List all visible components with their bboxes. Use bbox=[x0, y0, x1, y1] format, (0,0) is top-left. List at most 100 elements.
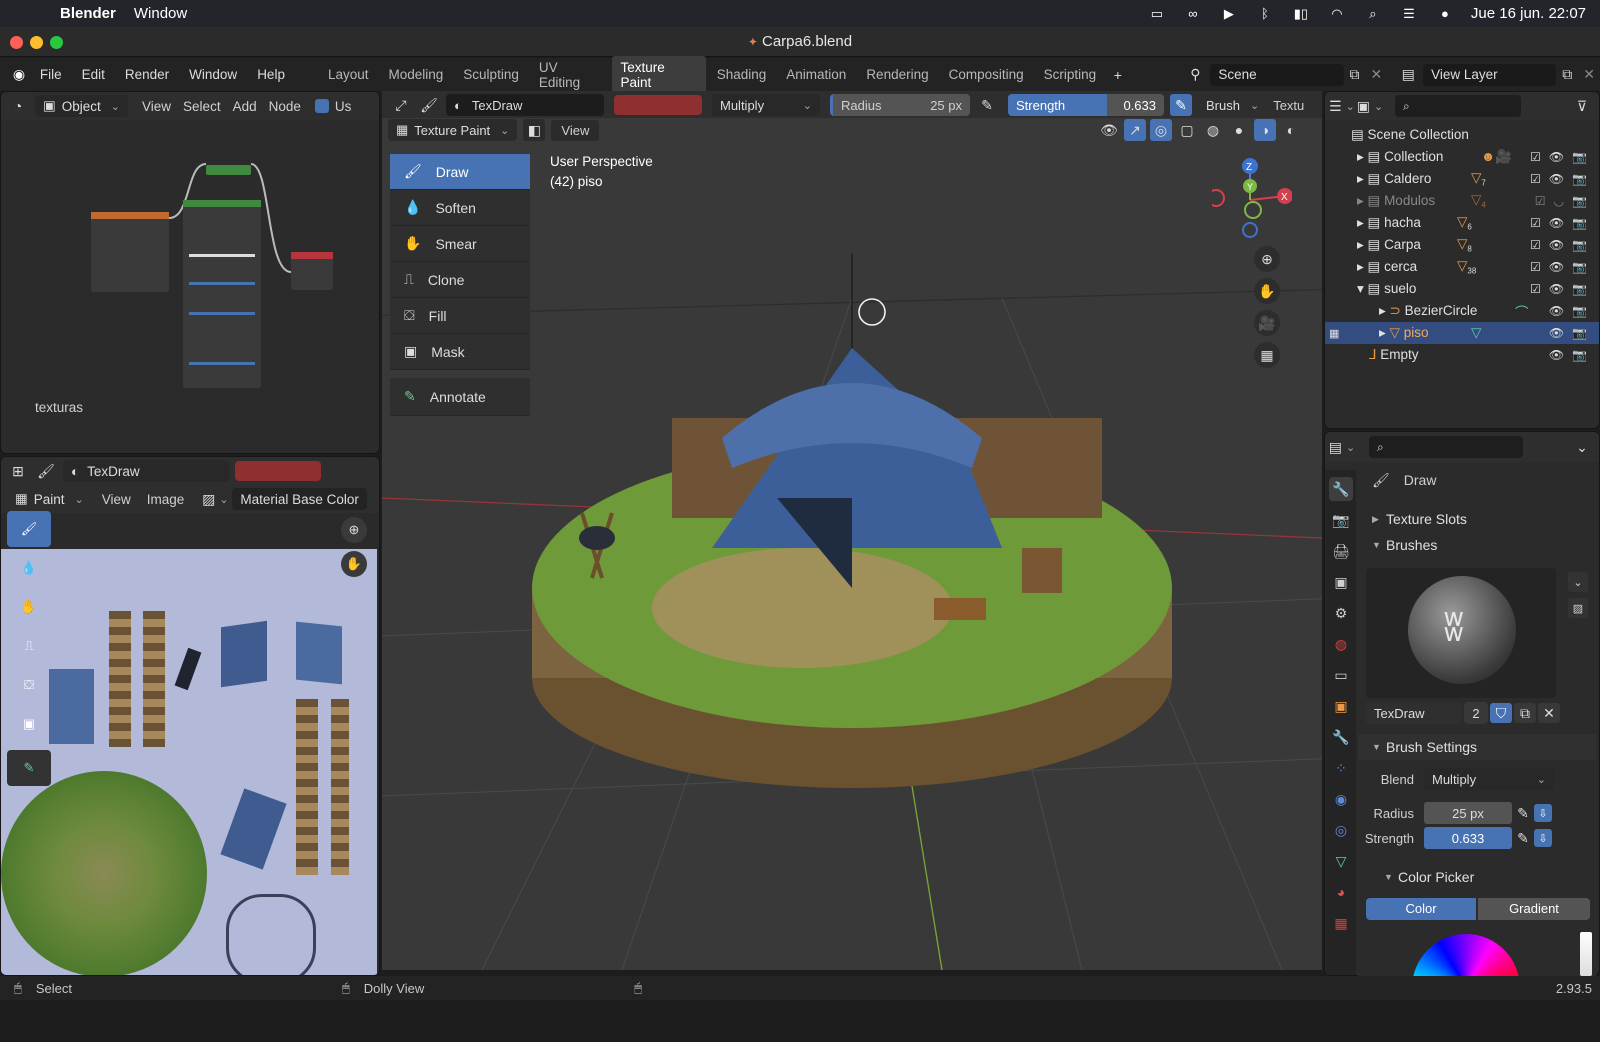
blend-dropdown[interactable]: Multiply bbox=[1424, 768, 1554, 790]
exclude-checkbox[interactable]: ☑ bbox=[1530, 282, 1541, 296]
render-icon[interactable]: 📷 bbox=[1572, 238, 1587, 252]
navigation-gizmo[interactable]: Z Y X bbox=[1207, 158, 1293, 238]
paint-mask-icon[interactable]: ◧ bbox=[523, 119, 546, 141]
fill-tool[interactable]: ⛋ Fill bbox=[390, 298, 530, 334]
tab-modeling[interactable]: Modeling bbox=[380, 63, 453, 86]
data-tab-icon[interactable]: ▽ bbox=[1329, 849, 1353, 873]
annotate-tool[interactable]: ✎ Annotate bbox=[390, 378, 530, 416]
outliner-item-suelo[interactable]: ▾ ▤ suelo ☑ 👁 📷 bbox=[1325, 278, 1599, 300]
fill-tool-button[interactable]: ⛋ bbox=[7, 667, 51, 703]
tab-uv-editing[interactable]: UV Editing bbox=[530, 56, 610, 94]
outliner-item-empty[interactable]: ⅃ Empty 👁 📷 bbox=[1325, 344, 1599, 366]
brush-name-field[interactable]: TexDraw bbox=[1366, 702, 1462, 724]
annotate-tool-button[interactable]: ✎ bbox=[7, 750, 51, 786]
collection-tab-icon[interactable]: ▭ bbox=[1329, 663, 1353, 687]
paint-mode-dropdown[interactable]: ▦ Paint bbox=[7, 488, 92, 510]
eye-icon[interactable]: 👁 bbox=[1549, 172, 1564, 186]
file-menu[interactable]: File bbox=[30, 67, 72, 82]
zoom-window-button[interactable] bbox=[50, 36, 63, 49]
eye-icon[interactable]: 👁 bbox=[1549, 348, 1564, 362]
eye-icon[interactable]: 👁 bbox=[1549, 150, 1564, 164]
exclude-checkbox[interactable]: ☑ bbox=[1530, 150, 1541, 164]
world-tab-icon[interactable]: ◍ bbox=[1329, 632, 1353, 656]
render-menu[interactable]: Render bbox=[115, 67, 179, 82]
brush-color-swatch[interactable] bbox=[235, 461, 321, 481]
filter-icon[interactable]: ⊽ bbox=[1571, 95, 1593, 117]
properties-type-icon[interactable]: ▤ bbox=[1329, 436, 1353, 458]
exclude-checkbox[interactable]: ☑ bbox=[1530, 216, 1541, 230]
viewport-editor-type-icon[interactable]: ⤢ bbox=[390, 94, 412, 116]
delete-scene-icon[interactable]: ✕ bbox=[1365, 64, 1387, 86]
radius-unit-icon[interactable]: ⇩ bbox=[1534, 804, 1552, 822]
eye-icon[interactable]: 👁 bbox=[1549, 304, 1564, 318]
eye-hidden-icon[interactable]: ◡ bbox=[1554, 194, 1564, 208]
eye-icon[interactable]: 👁 bbox=[1549, 326, 1564, 340]
use-nodes-checkbox[interactable] bbox=[314, 99, 329, 113]
blender-logo-icon[interactable]: ◉ bbox=[8, 64, 30, 86]
wifi-icon[interactable]: ◠ bbox=[1327, 6, 1347, 21]
tab-rendering[interactable]: Rendering bbox=[857, 63, 937, 86]
tab-scripting[interactable]: Scripting bbox=[1035, 63, 1106, 86]
render-icon[interactable]: 📷 bbox=[1572, 304, 1587, 318]
render-icon[interactable]: 📷 bbox=[1572, 348, 1587, 362]
play-icon[interactable]: ▶ bbox=[1219, 6, 1239, 21]
outliner-search[interactable]: ⌕ bbox=[1395, 95, 1521, 117]
view-layer-icon[interactable]: ▤ bbox=[1397, 64, 1419, 86]
scene-selector[interactable]: Scene bbox=[1210, 63, 1344, 86]
outliner-item-piso[interactable]: ▦ ▸ ▽ piso ▽ 👁 📷 bbox=[1325, 322, 1599, 344]
outliner-type-icon[interactable]: ☰ bbox=[1329, 95, 1353, 117]
visibility-icon[interactable]: 👁 bbox=[1098, 119, 1120, 141]
zoom-view-icon[interactable]: ⊕ bbox=[1254, 246, 1280, 272]
brushes-section[interactable]: ▼ Brushes bbox=[1358, 532, 1596, 558]
exclude-checkbox[interactable]: ☑ bbox=[1530, 172, 1541, 186]
help-menu[interactable]: Help bbox=[247, 67, 295, 82]
brush-menu[interactable]: Brush bbox=[1198, 94, 1267, 116]
wireframe-shading-icon[interactable]: ◍ bbox=[1202, 119, 1224, 141]
outliner-item-cerca[interactable]: ▸ ▤ cerca ▽38 ☑ 👁 📷 bbox=[1325, 256, 1599, 278]
eye-icon[interactable]: 👁 bbox=[1549, 260, 1564, 274]
exclude-checkbox[interactable]: ☑ bbox=[1530, 238, 1541, 252]
brush-icon[interactable]: 🖌 bbox=[35, 460, 57, 482]
tab-layout[interactable]: Layout bbox=[319, 63, 378, 86]
outliner-item-carpa[interactable]: ▸ ▤ Carpa ▽8 ☑ 👁 📷 bbox=[1325, 234, 1599, 256]
new-view-layer-icon[interactable]: ⧉ bbox=[1556, 64, 1578, 86]
duplicate-brush-icon[interactable]: ⧉ bbox=[1514, 703, 1536, 723]
pan-hand-icon[interactable]: ✋ bbox=[341, 551, 367, 577]
outliner-item-beziercircle[interactable]: ▸ ⊃ BezierCircle ⌒ 👁 📷 bbox=[1325, 300, 1599, 322]
image-view-menu[interactable]: View bbox=[102, 492, 131, 507]
radius-value-field[interactable]: 25 px bbox=[1424, 802, 1512, 824]
node-add-menu[interactable]: Add bbox=[233, 99, 257, 114]
brush-preview[interactable]: ʬ bbox=[1366, 568, 1556, 698]
modifier-tab-icon[interactable]: 🔧 bbox=[1329, 725, 1353, 749]
smear-tool-button[interactable]: ✋ bbox=[7, 589, 51, 625]
bluetooth-icon[interactable]: ᛒ bbox=[1255, 6, 1275, 21]
brush-list-toggle-icon[interactable]: ⌄ bbox=[1568, 572, 1588, 592]
output-tab-icon[interactable]: 🖨 bbox=[1329, 539, 1353, 563]
view-layer-tab-icon[interactable]: ▣ bbox=[1329, 570, 1353, 594]
material-shading-icon[interactable]: ◑ bbox=[1254, 119, 1276, 141]
object-mode-dropdown[interactable]: ▣ Object bbox=[35, 95, 129, 117]
search-icon[interactable]: ⌕ bbox=[1363, 6, 1383, 21]
outliner-item-modulos[interactable]: ▸ ▤ Modulos ▽4 ☑ ◡ 📷 bbox=[1325, 190, 1599, 212]
display-mode-icon[interactable]: ▣ bbox=[1357, 95, 1381, 117]
draw-tool[interactable]: 🖌 Draw bbox=[390, 154, 530, 190]
radius-pressure-icon[interactable]: ✎ bbox=[976, 94, 998, 116]
window-menu[interactable]: Window bbox=[134, 5, 187, 22]
physics-tab-icon[interactable]: ◉ bbox=[1329, 787, 1353, 811]
color-value-slider[interactable] bbox=[1580, 932, 1592, 976]
strength-unified-icon[interactable]: ⇩ bbox=[1534, 829, 1552, 847]
image-menu[interactable]: Image bbox=[147, 492, 185, 507]
blend-mode-dropdown[interactable]: Multiply bbox=[712, 94, 820, 116]
image-editor-type-icon[interactable]: ⊞ bbox=[7, 460, 29, 482]
pan-view-icon[interactable]: ✋ bbox=[1254, 278, 1280, 304]
siri-icon[interactable]: ● bbox=[1435, 6, 1455, 21]
node-select-menu[interactable]: Select bbox=[183, 99, 221, 114]
strength-value-field[interactable]: 0.633 bbox=[1424, 827, 1512, 849]
exclude-checkbox[interactable]: ☑ bbox=[1530, 260, 1541, 274]
clock[interactable]: Jue 16 jun. 22:07 bbox=[1471, 5, 1586, 22]
clone-tool-button[interactable]: ⎍ bbox=[7, 628, 51, 664]
render-icon[interactable]: 📷 bbox=[1572, 260, 1587, 274]
control-center-icon[interactable]: ☰ bbox=[1399, 6, 1419, 21]
material-tab-icon[interactable]: ◕ bbox=[1329, 880, 1353, 904]
strength-pressure-icon[interactable]: ✎ bbox=[1170, 94, 1192, 116]
